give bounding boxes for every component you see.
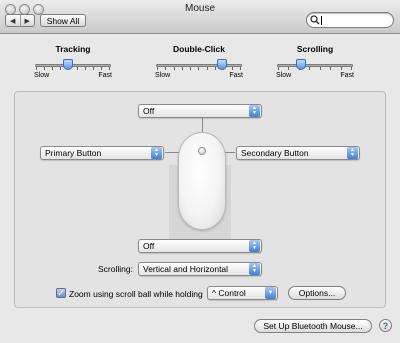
slider-ticks: [157, 67, 241, 70]
right-button-popup[interactable]: Secondary Button ▲ ▼: [236, 146, 360, 160]
slider-tick: [100, 67, 102, 70]
scroll-ball-icon: [198, 147, 206, 155]
double-click-title: Double-Click: [173, 44, 225, 54]
popup-stepper-icon: ▲ ▼: [249, 105, 260, 117]
search-icon: [310, 15, 320, 25]
top-button-popup-value: Off: [143, 106, 155, 116]
forward-arrow-icon: ▶: [24, 17, 30, 25]
scrolling-label: Scrolling:: [98, 264, 133, 274]
scrolling-direction-value: Vertical and Horizontal: [143, 264, 229, 274]
scrolling-direction-popup[interactable]: Vertical and Horizontal ▲ ▼: [138, 262, 262, 276]
slider-tick: [330, 67, 332, 70]
popup-stepper-icon: ▲ ▼: [347, 147, 358, 159]
slider-tick: [181, 67, 183, 70]
slider-ticks: [278, 67, 352, 70]
scrolling-slider-group: Scrolling Slow Fast: [275, 44, 355, 79]
apple-logo-icon: [198, 190, 206, 199]
slider-tick: [288, 67, 290, 70]
help-button[interactable]: ?: [379, 319, 392, 332]
double-click-slider-group: Double-Click Slow Fast: [154, 44, 244, 79]
left-button-popup[interactable]: Primary Button ▲ ▼: [40, 146, 164, 160]
slider-tick: [231, 67, 233, 70]
zoom-modifier-popup[interactable]: ^ Control ▼: [207, 286, 278, 300]
tracking-slider-group: Tracking Slow Fast: [33, 44, 113, 79]
slider-tick: [165, 67, 167, 70]
slider-tick: [278, 67, 279, 70]
slider-tick: [206, 67, 208, 70]
tracking-title: Tracking: [55, 44, 91, 54]
checkmark-icon: ✓: [57, 288, 65, 298]
popup-stepper-icon: ▲ ▼: [151, 147, 162, 159]
zoom-modifier-value: ^ Control: [212, 288, 246, 298]
slider-tick: [215, 67, 217, 70]
slider-tick: [52, 67, 54, 70]
popup-stepper-icon: ▲ ▼: [249, 240, 260, 252]
back-button[interactable]: ◀: [6, 15, 20, 26]
zoom-checkbox[interactable]: ✓: [56, 288, 66, 298]
slider-tick: [309, 67, 311, 70]
slider-tick: [92, 67, 94, 70]
forward-button[interactable]: ▶: [19, 15, 35, 26]
slider-tick: [44, 67, 46, 70]
zoom-checkbox-label[interactable]: Zoom using scroll ball while holding: [69, 289, 203, 299]
slider-tick: [60, 67, 62, 70]
scrolling-slider[interactable]: [275, 59, 355, 74]
scroll-ball-button-popup[interactable]: Off ▲ ▼: [138, 239, 262, 253]
slider-tick: [319, 67, 321, 70]
top-button-popup[interactable]: Off ▲ ▼: [138, 104, 262, 118]
options-button[interactable]: Options...: [288, 286, 346, 300]
show-all-button[interactable]: Show All: [40, 14, 86, 27]
slider-tick: [173, 67, 175, 70]
double-click-slider-knob[interactable]: [216, 59, 227, 70]
help-icon: ?: [382, 320, 389, 331]
slider-tick: [190, 67, 192, 70]
slider-tick: [340, 67, 342, 70]
slider-tick: [108, 67, 110, 70]
slider-tick: [157, 67, 158, 70]
slider-tick: [198, 67, 200, 70]
slider-tick: [84, 67, 86, 70]
scroll-ball-button-popup-value: Off: [143, 241, 155, 251]
text-caret: [321, 16, 322, 25]
tracking-slider-knob[interactable]: [63, 59, 74, 70]
chevron-down-icon: ▼: [265, 287, 276, 299]
right-button-popup-value: Secondary Button: [241, 148, 309, 158]
tracking-slider[interactable]: [33, 59, 113, 74]
slider-tick: [36, 67, 37, 70]
slider-tick: [350, 67, 352, 70]
window-titlebar: Mouse ◀ ▶ Show All: [0, 0, 400, 34]
set-up-bluetooth-mouse-button[interactable]: Set Up Bluetooth Mouse...: [254, 319, 372, 333]
navigation-buttons: ◀ ▶: [5, 14, 35, 27]
slider-tick: [76, 67, 78, 70]
search-field[interactable]: [306, 12, 394, 28]
slider-tick: [239, 67, 241, 70]
double-click-slider[interactable]: [154, 59, 244, 74]
popup-stepper-icon: ▲ ▼: [249, 263, 260, 275]
left-button-popup-value: Primary Button: [45, 148, 102, 158]
back-arrow-icon: ◀: [10, 17, 16, 25]
scrolling-title: Scrolling: [296, 44, 334, 54]
slider-ticks: [36, 67, 110, 70]
